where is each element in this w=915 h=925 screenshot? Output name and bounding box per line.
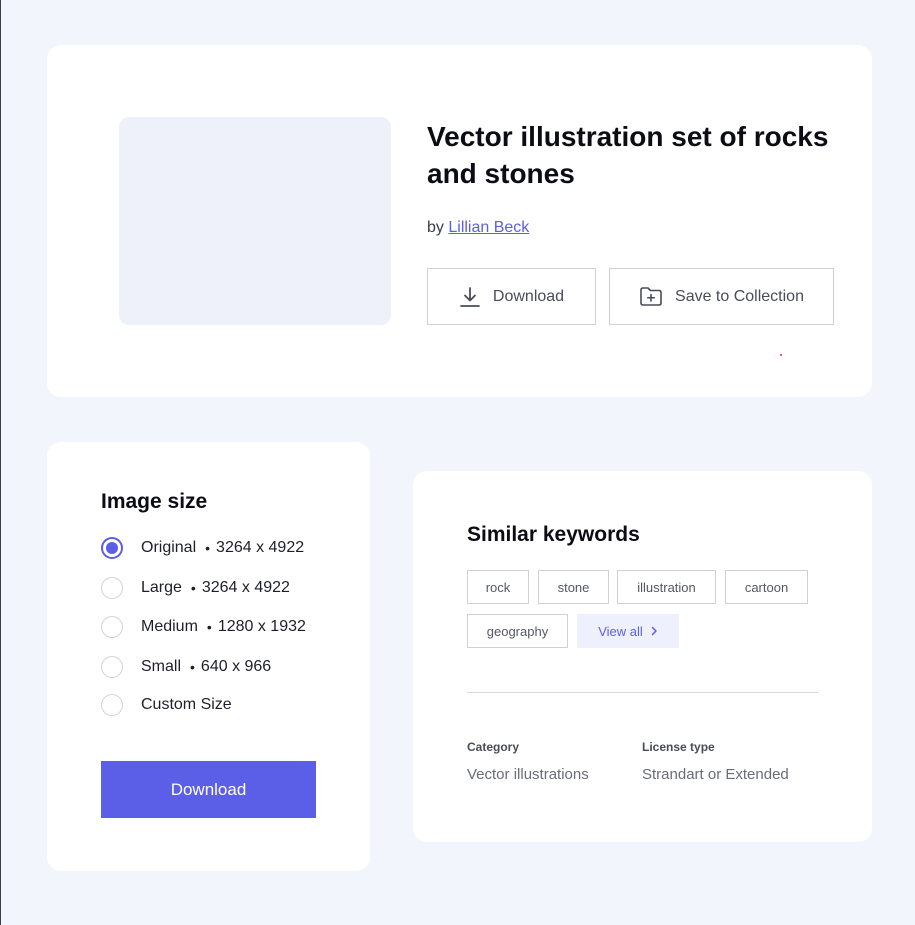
save-to-collection-button[interactable]: Save to Collection xyxy=(609,268,834,325)
keyword-tag[interactable]: geography xyxy=(467,614,568,648)
radio-custom[interactable] xyxy=(101,694,123,716)
license-value: Strandart or Extended xyxy=(642,766,789,783)
keyword-tag[interactable]: rock xyxy=(467,570,529,604)
byline-prefix: by xyxy=(427,219,444,236)
radio-medium[interactable] xyxy=(101,616,123,638)
size-download-button[interactable]: Download xyxy=(101,761,316,818)
size-option-original[interactable]: Original • 3264 x 4922 xyxy=(101,537,304,559)
size-separator: • xyxy=(205,540,211,556)
size-option-large[interactable]: Large • 3264 x 4922 xyxy=(101,577,290,599)
save-button-label: Save to Collection xyxy=(675,287,804,305)
folder-plus-icon xyxy=(640,287,662,306)
license-label: License type xyxy=(642,740,715,754)
size-dims: 1280 x 1932 xyxy=(217,618,306,635)
category-value: Vector illustrations xyxy=(467,766,589,783)
size-option-medium[interactable]: Medium • 1280 x 1932 xyxy=(101,616,306,638)
keyword-tag[interactable]: illustration xyxy=(617,570,716,604)
download-button[interactable]: Download xyxy=(427,268,596,325)
category-label: Category xyxy=(467,740,520,754)
size-option-small[interactable]: Small • 640 x 966 xyxy=(101,656,271,678)
author-link[interactable]: Lillian Beck xyxy=(448,219,529,236)
radio-large[interactable] xyxy=(101,577,123,599)
size-dims: 3264 x 4922 xyxy=(201,579,290,596)
product-thumbnail[interactable] xyxy=(119,117,391,325)
radio-small[interactable] xyxy=(101,656,123,678)
size-separator: • xyxy=(190,580,196,596)
product-title: Vector illustration set of rocks and sto… xyxy=(427,121,829,189)
decorative-dot xyxy=(780,354,782,356)
product-card: Vector illustration set of rocks and sto… xyxy=(47,45,872,397)
radio-original[interactable] xyxy=(101,537,123,559)
size-label: Medium xyxy=(141,618,198,635)
keyword-tag[interactable]: stone xyxy=(538,570,609,604)
size-label: Large xyxy=(141,579,182,596)
keyword-tag[interactable]: cartoon xyxy=(725,570,808,604)
image-size-heading: Image size xyxy=(101,490,208,513)
chevron-right-icon xyxy=(651,626,657,636)
size-label: Original xyxy=(141,539,197,556)
view-all-label: View all xyxy=(598,623,643,639)
size-option-custom[interactable]: Custom Size xyxy=(101,694,232,716)
divider xyxy=(467,692,818,693)
view-all-keywords[interactable]: View all xyxy=(577,614,679,648)
size-label: Custom Size xyxy=(141,696,232,713)
download-button-label: Download xyxy=(492,287,565,305)
keywords-heading: Similar keywords xyxy=(467,523,640,546)
size-separator: • xyxy=(206,619,212,635)
size-label: Small xyxy=(141,658,182,675)
size-dims: 3264 x 4922 xyxy=(216,539,305,556)
size-dims: 640 x 966 xyxy=(200,658,272,675)
size-separator: • xyxy=(190,659,195,675)
keywords-card: Similar keywords rock stone illustration… xyxy=(413,471,872,842)
download-icon xyxy=(460,286,480,307)
image-size-card: Image size Original • 3264 x 4922 Large … xyxy=(47,442,370,871)
author-byline: by Lillian Beck xyxy=(427,219,529,237)
